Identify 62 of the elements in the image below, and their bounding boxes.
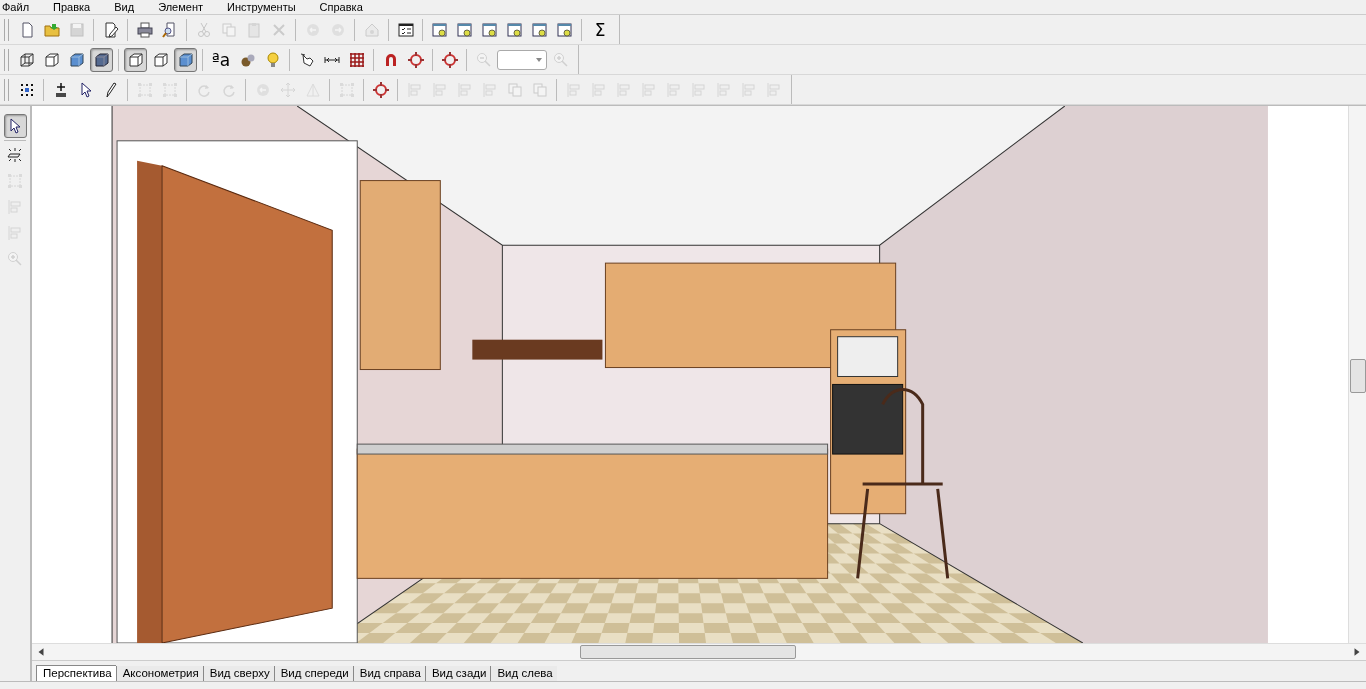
- crosshair-target-icon: [372, 81, 389, 98]
- zoom-in-icon: [552, 51, 569, 68]
- toolbar-button[interactable]: [90, 47, 113, 72]
- wireframe-cube-icon: [18, 51, 35, 68]
- menu-item[interactable]: Файл: [2, 0, 30, 14]
- cube-icon: [127, 51, 144, 68]
- window-icon: [506, 21, 523, 38]
- scrollbar-thumb[interactable]: [580, 645, 796, 659]
- window-icon: [456, 21, 473, 38]
- cross-icon: [270, 21, 287, 38]
- grid-icon: [348, 51, 365, 68]
- view-tab[interactable]: Аксонометрия: [115, 666, 203, 681]
- view-tab[interactable]: Вид сзади: [424, 666, 491, 681]
- document-pencil-icon: [102, 21, 119, 38]
- toolbar-button[interactable]: [3, 114, 27, 138]
- window-icon: [431, 21, 448, 38]
- window-icon: [481, 21, 498, 38]
- toolbar-button[interactable]: ªa: [208, 47, 234, 72]
- cube-icon: [43, 51, 60, 68]
- horizontal-scrollbar[interactable]: [32, 643, 1366, 660]
- window-icon: [531, 21, 548, 38]
- pointer-arrow-icon: [7, 118, 23, 134]
- menu-item[interactable]: Инструменты: [227, 0, 296, 14]
- toolbar-button[interactable]: Σ: [587, 17, 613, 42]
- magnifier-document-icon: [161, 21, 178, 38]
- crosshair-target-icon: [441, 51, 458, 68]
- dotted-grid-icon: [18, 81, 35, 98]
- scrollbar-thumb[interactable]: [1350, 359, 1366, 393]
- right-arrow-icon[interactable]: [1352, 647, 1362, 657]
- copy-icon: [220, 21, 237, 38]
- hand-icon: [298, 51, 315, 68]
- cube-icon: [152, 51, 169, 68]
- move-arrows-icon: [279, 81, 296, 98]
- zoom-combo-box[interactable]: [497, 49, 547, 70]
- light-bulb-icon: [264, 51, 281, 68]
- copy-icon: [531, 81, 548, 98]
- view-tab[interactable]: Вид справа: [352, 666, 425, 681]
- clipboard-icon: [245, 21, 262, 38]
- vertical-scrollbar[interactable]: [1348, 106, 1366, 643]
- caret-icon: [535, 55, 543, 64]
- printer-icon: [136, 21, 153, 38]
- cube-icon: [177, 51, 194, 68]
- view-tab[interactable]: Перспектива: [36, 665, 116, 681]
- zoom-out-icon: [475, 51, 492, 68]
- menu-item[interactable]: Элемент: [158, 0, 203, 14]
- left-arrow-icon[interactable]: [36, 647, 46, 657]
- copy-icon: [506, 81, 523, 98]
- menu-item[interactable]: Справка: [319, 0, 363, 14]
- window-icon: [556, 21, 573, 38]
- view-tab[interactable]: Вид слева: [490, 666, 557, 681]
- crosshair-target-icon: [407, 51, 424, 68]
- view-tab[interactable]: Вид спереди: [273, 666, 353, 681]
- menu-item[interactable]: Вид: [114, 0, 135, 14]
- zoom-in-icon: [7, 251, 23, 267]
- view-tab[interactable]: Вид сверху: [202, 666, 274, 681]
- menu-item[interactable]: Правка: [53, 0, 91, 14]
- cube-icon: [68, 51, 85, 68]
- cube-icon: [93, 51, 110, 68]
- light-plane-icon: [7, 147, 23, 163]
- checklist-window-icon: [397, 21, 414, 38]
- scissors-icon: [195, 21, 212, 38]
- folder-icon: [43, 21, 60, 38]
